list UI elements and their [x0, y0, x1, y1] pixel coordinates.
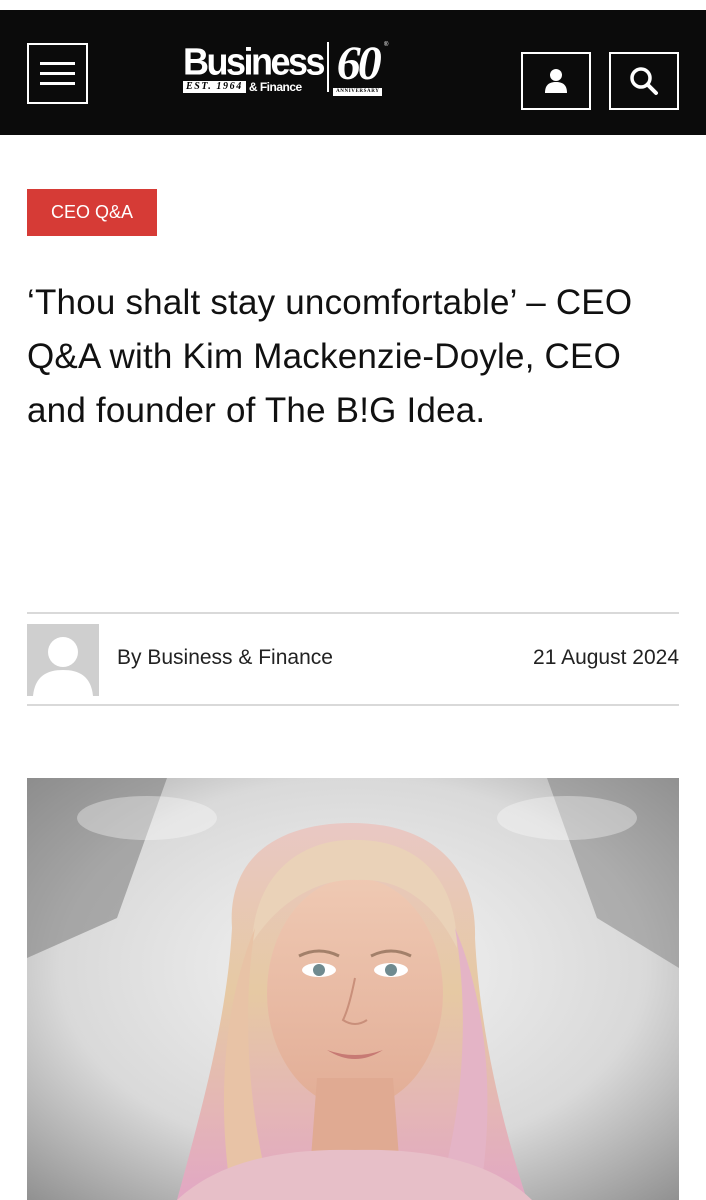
logo-anniversary-badge: 60 ANNIVERSARY ®: [333, 37, 388, 96]
search-icon: [630, 67, 658, 95]
logo-anniversary-label: ANNIVERSARY: [333, 88, 383, 96]
meta-divider-bottom: [27, 704, 679, 706]
author-byline[interactable]: By Business & Finance: [117, 646, 333, 670]
hamburger-menu-button[interactable]: [27, 43, 88, 104]
logo-divider: [327, 42, 330, 92]
logo-wordmark: Business EST. 1964 & Finance: [183, 39, 326, 93]
meta-divider-top: [27, 612, 679, 614]
account-button[interactable]: [521, 52, 591, 110]
author-avatar: [27, 624, 99, 696]
category-tag[interactable]: CEO Q&A: [27, 189, 157, 236]
default-avatar-icon: [27, 624, 99, 696]
logo-anniversary-number: 60: [336, 37, 382, 90]
article-headline: ‘Thou shalt stay uncomfortable’ – CEO Q&…: [27, 283, 633, 430]
site-header: Business EST. 1964 & Finance 60 ANNIVERS…: [0, 10, 706, 135]
menu-bar: [40, 62, 75, 65]
site-logo[interactable]: Business EST. 1964 & Finance 60 ANNIVERS…: [183, 37, 407, 106]
menu-bar: [40, 72, 75, 75]
logo-registered-mark: ®: [384, 42, 389, 48]
menu-bar: [40, 82, 75, 85]
portrait-illustration: [27, 778, 679, 1200]
logo-name: Business: [183, 39, 326, 83]
user-icon: [545, 69, 567, 93]
search-button[interactable]: [609, 52, 679, 110]
publish-date: 21 August 2024: [533, 646, 679, 669]
article-hero-photo: [27, 778, 679, 1200]
